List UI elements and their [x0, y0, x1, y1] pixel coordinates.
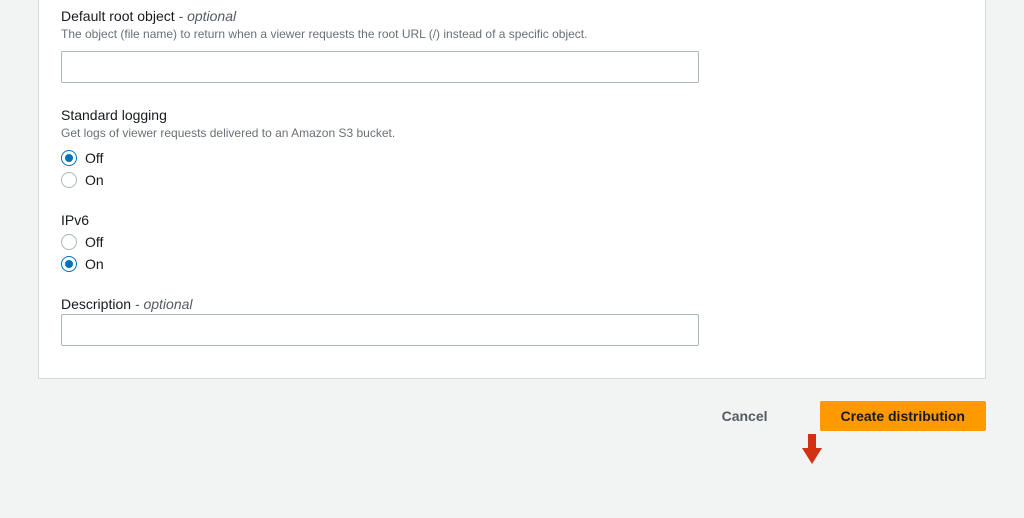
description-label: Description	[61, 296, 131, 312]
footer-actions: Cancel Create distribution	[0, 379, 1024, 431]
standard-logging-on-label: On	[85, 172, 104, 188]
description-input[interactable]	[61, 314, 699, 346]
description-field: Description - optional	[61, 296, 963, 346]
standard-logging-field: Standard logging Get logs of viewer requ…	[61, 107, 963, 188]
default-root-optional: - optional	[179, 8, 237, 24]
ipv6-off-label: Off	[85, 234, 103, 250]
ipv6-field: IPv6 Off On	[61, 212, 963, 272]
radio-icon[interactable]	[61, 234, 77, 250]
radio-icon[interactable]	[61, 256, 77, 272]
standard-logging-off-label: Off	[85, 150, 103, 166]
default-root-input[interactable]	[61, 51, 699, 83]
standard-logging-on-row[interactable]: On	[61, 172, 963, 188]
standard-logging-help: Get logs of viewer requests delivered to…	[61, 125, 963, 142]
ipv6-on-row[interactable]: On	[61, 256, 963, 272]
settings-card: Default root object - optional The objec…	[38, 0, 986, 379]
radio-icon[interactable]	[61, 150, 77, 166]
default-root-object-field: Default root object - optional The objec…	[61, 0, 963, 83]
cancel-button[interactable]: Cancel	[702, 402, 788, 430]
ipv6-off-row[interactable]: Off	[61, 234, 963, 250]
default-root-label: Default root object	[61, 8, 175, 24]
ipv6-radio-group: Off On	[61, 234, 963, 272]
default-root-label-row: Default root object - optional	[61, 8, 963, 24]
description-optional: - optional	[135, 296, 193, 312]
standard-logging-radio-group: Off On	[61, 150, 963, 188]
description-label-row: Description - optional	[61, 296, 963, 312]
create-distribution-button[interactable]: Create distribution	[820, 401, 986, 431]
standard-logging-off-row[interactable]: Off	[61, 150, 963, 166]
ipv6-label: IPv6	[61, 212, 963, 228]
default-root-help: The object (file name) to return when a …	[61, 26, 963, 43]
standard-logging-label: Standard logging	[61, 107, 963, 123]
arrow-down-icon	[800, 432, 824, 466]
radio-icon[interactable]	[61, 172, 77, 188]
ipv6-on-label: On	[85, 256, 104, 272]
